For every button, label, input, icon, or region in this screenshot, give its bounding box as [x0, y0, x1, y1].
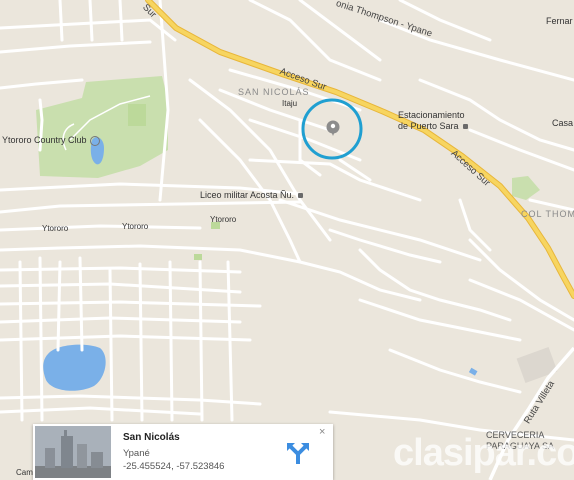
street-view-thumbnail[interactable] — [35, 426, 111, 478]
label-san-nicolas: SAN NICOLÁS — [238, 87, 310, 97]
place-title: San Nicolás — [123, 432, 180, 443]
label-itaju: Itaju — [282, 99, 298, 108]
directions-icon — [287, 443, 309, 464]
golf-icon — [89, 135, 100, 146]
watermark: clasipar.com — [393, 432, 574, 474]
map[interactable]: Acceso Sur Acceso Sur Sur onia Thompson … — [0, 0, 574, 480]
lake-main — [43, 344, 106, 391]
label-col-thom: COL THOM — [521, 209, 574, 219]
park-small-1 — [128, 104, 146, 126]
label-ferna: Fernar — [546, 16, 573, 26]
parking-icon — [462, 124, 468, 130]
label-country-club-text: Ytororo Country Club — [2, 135, 87, 145]
close-button[interactable]: × — [319, 426, 325, 438]
directions-button[interactable] — [285, 440, 311, 466]
place-coordinates: -25.455524, -57.523846 — [123, 461, 225, 472]
place-info-card[interactable]: San Nicolás Ypané -25.455524, -57.523846… — [33, 424, 333, 480]
label-liceo[interactable]: Liceo militar Acosta Ñu. — [200, 190, 304, 200]
label-ytororo-2: Ytororo — [122, 222, 149, 231]
label-cam: Cam — [16, 468, 33, 477]
label-country-club[interactable]: Ytororo Country Club — [2, 135, 100, 146]
label-liceo-text: Liceo militar Acosta Ñu. — [200, 190, 295, 200]
label-estacionamiento-line1: Estacionamiento — [398, 110, 465, 120]
school-icon — [298, 193, 304, 199]
park-small-3 — [194, 254, 202, 260]
label-ytororo-1: Ytororo — [42, 224, 69, 233]
place-subtitle: Ypané — [123, 448, 150, 459]
label-estacionamiento-line2: de Puerto Sara — [398, 121, 459, 131]
label-estacionamiento[interactable]: Estacionamiento de Puerto Sara — [398, 110, 468, 132]
label-casa: Casa — [552, 118, 574, 128]
label-ytororo-3: Ytororo — [210, 215, 237, 224]
